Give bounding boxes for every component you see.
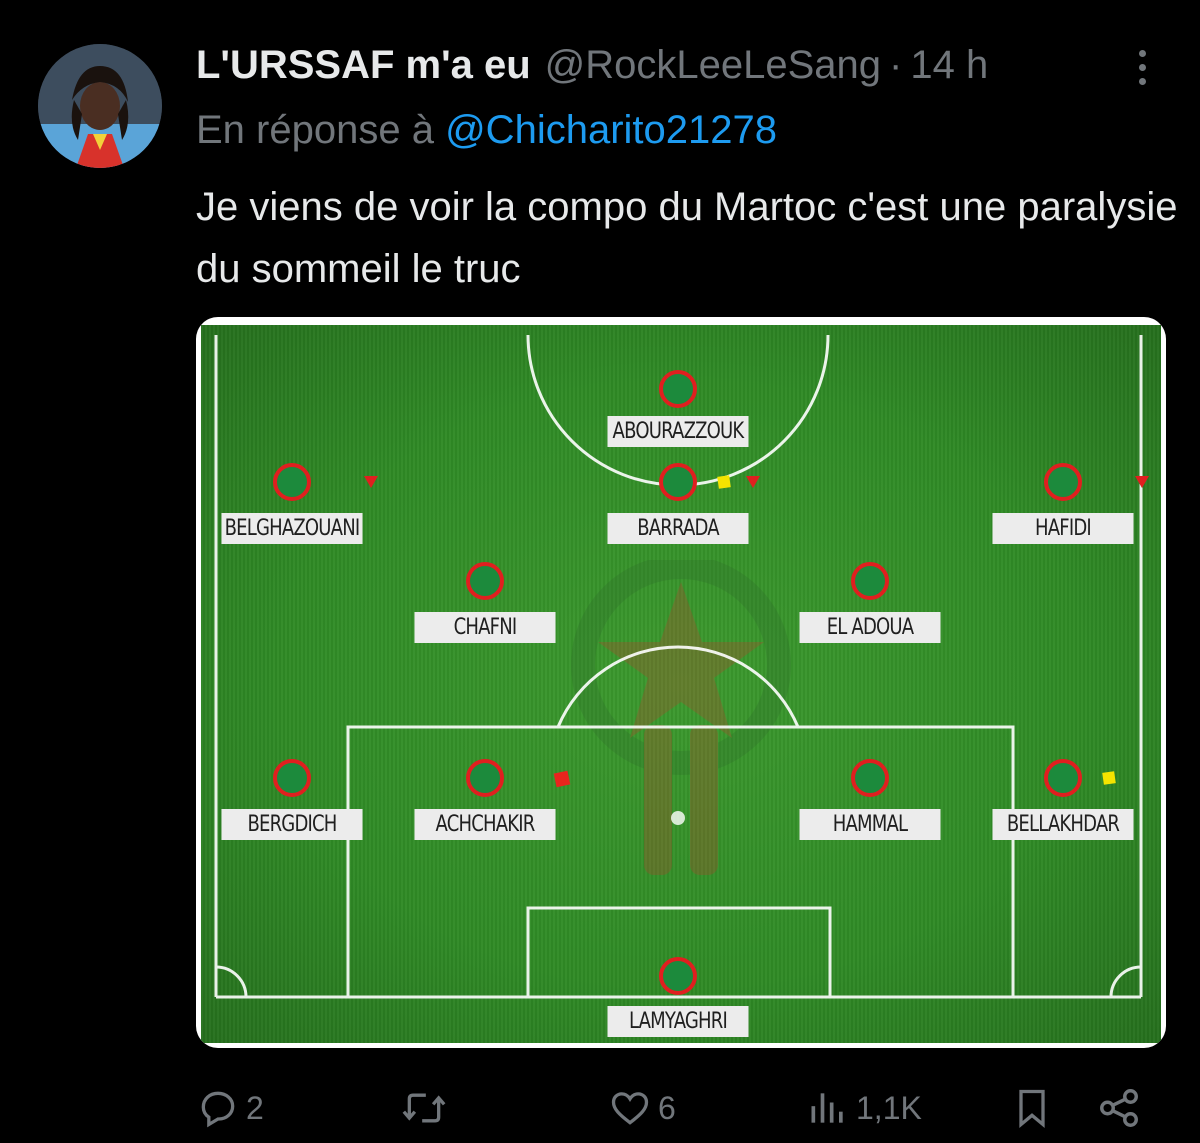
player-name-bergdich: BERGDICH (221, 809, 363, 840)
player-name-barrada: BARRADA (607, 513, 749, 544)
sub-arrow-icon (364, 476, 378, 488)
lineup-pitch: ABOURAZZOUK BELGHAZOUANI BARRADA HAFIDI CHAF… (201, 325, 1161, 1043)
yellow-card-icon (717, 475, 731, 489)
timestamp[interactable]: 14 h (910, 43, 988, 88)
user-handle[interactable]: @RockLeeLeSang (545, 43, 881, 88)
tweet-header: L'URSSAF m'a eu @RockLeeLeSang · 14 h (196, 40, 988, 90)
player-name-achchakir: ACHCHAKIR (414, 809, 556, 840)
share-icon (1100, 1089, 1138, 1127)
player-marker-abourazzouk (659, 370, 697, 408)
player-marker-belghazouani (273, 463, 311, 501)
player-name-lamyaghri: LAMYAGHRI (607, 1006, 749, 1037)
tweet-actions: 2 6 1,1K (0, 1080, 1200, 1136)
player-name-el-adoua: EL ADOUA (799, 612, 941, 643)
avatar[interactable] (38, 44, 162, 168)
sub-arrow-icon (1135, 476, 1149, 488)
player-name-hammal: HAMMAL (799, 809, 941, 840)
bookmark-button[interactable] (1010, 1080, 1054, 1136)
retweet-icon (402, 1093, 446, 1123)
tweet-media[interactable]: ABOURAZZOUK BELGHAZOUANI BARRADA HAFIDI CHAF… (196, 317, 1166, 1048)
top-divider (0, 0, 1200, 10)
player-name-chafni: CHAFNI (414, 612, 556, 643)
views-count: 1,1K (856, 1089, 922, 1126)
player-marker-hafidi (1044, 463, 1082, 501)
player-marker-barrada (659, 463, 697, 501)
views-button[interactable]: 1,1K (806, 1080, 922, 1136)
player-marker-hammal (851, 759, 889, 797)
player-name-abourazzouk: ABOURAZZOUK (607, 416, 749, 447)
red-card-icon (553, 770, 571, 788)
tweet-text: Je viens de voir la compo du Martoc c'es… (196, 185, 1178, 291)
player-marker-achchakir (466, 759, 504, 797)
player-name-belghazouani: BELGHAZOUANI (221, 513, 363, 544)
like-count: 6 (658, 1089, 676, 1126)
sub-arrow-icon (746, 476, 760, 488)
separator: · (889, 42, 903, 87)
reply-button[interactable]: 2 (196, 1080, 264, 1136)
player-marker-bellakhdar (1044, 759, 1082, 797)
bookmark-icon (1019, 1089, 1045, 1129)
reply-prefix: En réponse à (196, 108, 434, 152)
player-marker-lamyaghri (659, 957, 697, 995)
reply-mention-link[interactable]: @Chicharito21278 (445, 108, 777, 152)
reply-icon (201, 1091, 235, 1128)
reply-count: 2 (246, 1089, 264, 1126)
player-name-hafidi: HAFIDI (992, 513, 1134, 544)
player-name-bellakhdar: BELLAKHDAR (992, 809, 1134, 840)
player-marker-el-adoua (851, 562, 889, 600)
heart-icon (611, 1092, 649, 1125)
display-name[interactable]: L'URSSAF m'a eu (196, 43, 531, 88)
player-marker-bergdich (273, 759, 311, 797)
share-button[interactable] (1096, 1080, 1142, 1136)
like-button[interactable]: 6 (608, 1080, 676, 1136)
player-marker-chafni (466, 562, 504, 600)
retweet-button[interactable] (400, 1080, 454, 1136)
reply-context: En réponse à @Chicharito21278 (196, 108, 777, 153)
more-options-icon[interactable] (1120, 46, 1164, 90)
yellow-card-icon (1102, 771, 1116, 785)
views-icon (811, 1093, 843, 1123)
